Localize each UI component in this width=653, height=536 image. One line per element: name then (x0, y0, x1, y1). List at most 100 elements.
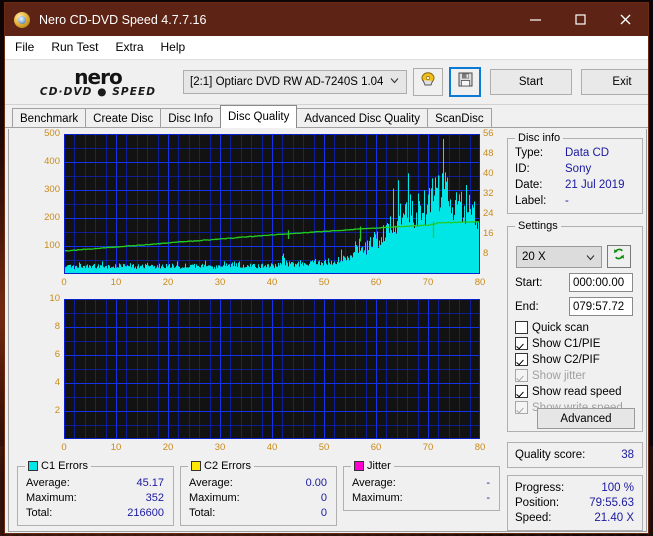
checkbox-quick-scan[interactable]: Quick scan (515, 321, 589, 334)
c1-x-tick: 30 (214, 277, 226, 288)
c2-errors-stats: C2 Errors Average: 0.00 Maximum: 0 Total… (180, 460, 337, 526)
checkbox-label: Show C1/PIE (532, 337, 601, 350)
c2-x-tick: 70 (422, 442, 434, 453)
logo-tagline: CD·DVD ● SPEED (39, 85, 157, 98)
menu-item-file[interactable]: File (15, 40, 34, 54)
checkbox-show-read-speed[interactable]: Show read speed (515, 385, 622, 398)
end-time-input[interactable]: 079:57.72 (569, 297, 633, 316)
end-time-label: End: (515, 301, 539, 313)
start-time-label: Start: (515, 277, 543, 289)
speed-value: 21.40 X (594, 512, 634, 524)
c2-x-tick: 80 (474, 442, 486, 453)
c1-errors-label: C1 Errors (41, 460, 89, 472)
c2-x-tick: 30 (214, 442, 226, 453)
checkbox-box (515, 321, 528, 334)
c2-total-key: Total: (189, 507, 216, 519)
charts-column: 100 200 300 400 500 8 16 24 32 40 48 56 0 10 20 30 40 5… (14, 128, 501, 526)
quality-score-group: Quality score: 38 (507, 442, 643, 468)
speed-select-value: 20 X (522, 251, 546, 263)
disc-id-value: Sony (565, 163, 592, 175)
advanced-button[interactable]: Advanced (537, 408, 635, 429)
checkbox-box (515, 337, 528, 350)
c2-x-tick: 40 (266, 442, 278, 453)
c1-x-tick: 70 (422, 277, 434, 288)
progress-value: 100 % (601, 482, 634, 494)
tab-disc-info[interactable]: Disc Info (160, 108, 221, 128)
close-button[interactable] (603, 3, 648, 36)
c2-x-tick: 0 (61, 442, 67, 453)
drive-select[interactable]: [2:1] Optiarc DVD RW AD-7240S 1.04 (183, 70, 407, 94)
c2-total-value: 0 (320, 507, 327, 519)
disc-quality-panel: 100 200 300 400 500 8 16 24 32 40 48 56 0 10 20 30 40 5… (8, 128, 647, 532)
refresh-button[interactable] (607, 245, 631, 268)
c1-errors-legend: C1 Errors (25, 460, 92, 472)
checkbox-box (515, 353, 528, 366)
c2-average-key: Average: (189, 477, 233, 489)
progress-label: Progress: (515, 482, 565, 494)
menu-item-help[interactable]: Help (161, 40, 186, 54)
quality-score-value: 38 (621, 449, 634, 461)
c1-speed-tick: 8 (483, 248, 489, 259)
c1-series-svg (64, 138, 480, 274)
logo-wordmark: nero (74, 64, 122, 89)
c2-errors-chart: 2 4 6 8 10 0 10 20 30 40 50 60 70 80 (14, 293, 501, 460)
tab-benchmark[interactable]: Benchmark (12, 108, 87, 128)
start-time-input[interactable]: 000:00.00 (569, 273, 633, 292)
c1-maximum-value: 352 (145, 492, 164, 504)
c1-errors-stats: C1 Errors Average: 45.17 Maximum: 352 To… (17, 460, 174, 526)
window-title: Nero CD-DVD Speed 4.7.7.16 (39, 12, 207, 27)
checkbox-label: Show jitter (532, 369, 586, 382)
c1-speed-tick: 56 (483, 128, 494, 139)
settings-legend: Settings (515, 220, 561, 232)
start-button[interactable]: Start (490, 69, 572, 95)
speed-label: Speed: (515, 512, 552, 524)
disc-info-legend: Disc info (515, 132, 564, 144)
c2-average-value: 0.00 (305, 477, 327, 489)
jitter-average-key: Average: (352, 477, 396, 489)
tab-advanced-disc-quality[interactable]: Advanced Disc Quality (296, 108, 429, 128)
c2-errors-label: C2 Errors (204, 460, 252, 472)
tab-bar: Benchmark Create Disc Disc Info Disc Qua… (5, 105, 648, 128)
checkbox-box (515, 385, 528, 398)
c1-y-tick: 100 (44, 240, 60, 251)
c1-total-key: Total: (26, 507, 53, 519)
c2-x-tick: 20 (162, 442, 174, 453)
checkbox-label: Show read speed (532, 385, 622, 398)
checkbox-box (515, 401, 528, 414)
c1-speed-tick: 48 (483, 148, 494, 159)
speed-select[interactable]: 20 X (516, 246, 602, 268)
minimize-button[interactable] (513, 3, 558, 36)
c2-y-tick: 8 (54, 321, 60, 332)
menu-item-run-test[interactable]: Run Test (51, 40, 98, 54)
jitter-maximum-key: Maximum: (352, 492, 403, 504)
checkbox-show-c1-pie[interactable]: Show C1/PIE (515, 337, 600, 350)
jitter-maximum-value: - (486, 492, 490, 504)
jitter-label: Jitter (367, 460, 391, 472)
c2-x-tick: 50 (318, 442, 330, 453)
menu-item-extra[interactable]: Extra (115, 40, 143, 54)
end-time-value: 079:57.72 (573, 300, 625, 313)
exit-button[interactable]: Exit (581, 69, 648, 95)
refresh-icon (612, 247, 626, 266)
c2-plot-area (64, 299, 480, 439)
c2-y-tick: 2 (54, 405, 60, 416)
maximize-button[interactable] (558, 3, 603, 36)
checkbox-show-c2-pif[interactable]: Show C2/PIF (515, 353, 600, 366)
tab-create-disc[interactable]: Create Disc (85, 108, 162, 128)
tab-scandisc[interactable]: ScanDisc (427, 108, 492, 128)
c1-speed-tick: 24 (483, 208, 494, 219)
status-group: Progress: 100 % Position: 79:55.63 Speed… (507, 475, 643, 531)
c1-plot-area (64, 134, 480, 274)
nero-logo: nero CD·DVD ● SPEED (19, 67, 177, 98)
disc-info-button[interactable] (413, 68, 443, 96)
jitter-color-swatch (354, 461, 364, 471)
menu-bar: File Run Test Extra Help (5, 36, 648, 59)
c1-maximum-key: Maximum: (26, 492, 77, 504)
tab-disc-quality[interactable]: Disc Quality (220, 105, 298, 128)
checkbox-show-jitter: Show jitter (515, 369, 586, 382)
start-time-value: 000:00.00 (573, 276, 625, 289)
disc-date-key: Date: (515, 179, 543, 191)
disc-date-value: 21 Jul 2019 (565, 179, 625, 191)
save-button[interactable] (449, 67, 481, 97)
c1-x-tick: 40 (266, 277, 278, 288)
